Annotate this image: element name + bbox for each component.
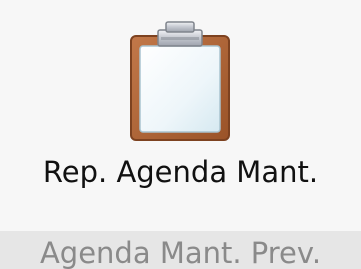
rep-agenda-mant-button[interactable]: Rep. Agenda Mant. <box>0 0 361 225</box>
group-label-bar: Agenda Mant. Prev. <box>0 231 361 269</box>
ribbon-group: Rep. Agenda Mant. Agenda Mant. Prev. <box>0 0 361 269</box>
clipboard-icon <box>128 20 232 142</box>
group-label: Agenda Mant. Prev. <box>39 236 322 269</box>
button-label: Rep. Agenda Mant. <box>42 155 319 189</box>
